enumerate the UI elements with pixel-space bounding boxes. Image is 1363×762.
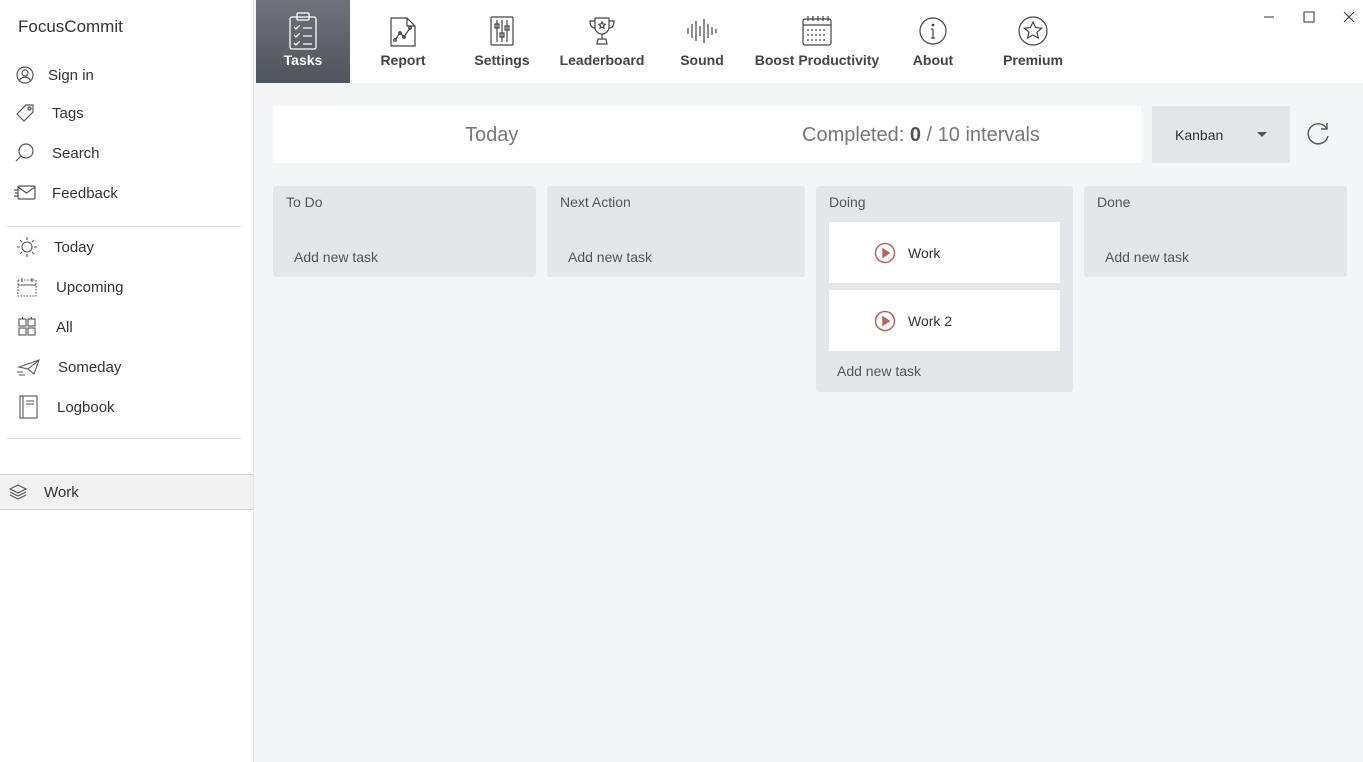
sidebar-item-tags[interactable]: Tags: [0, 95, 253, 131]
tab-boost-productivity[interactable]: Boost Productivity: [754, 0, 880, 83]
top-toolbar: Tasks Report Settings Leaderboard Sound …: [256, 0, 1363, 83]
kanban-column-next-action: Next Action Add new task: [547, 186, 805, 277]
chevron-down-icon: [1257, 132, 1267, 137]
sidebar-item-label: Logbook: [57, 398, 115, 416]
sliders-icon: [484, 13, 520, 49]
sidebar-item-label: Tags: [52, 104, 84, 122]
search-icon: [12, 140, 38, 166]
sidebar-item-label: Sign in: [48, 66, 94, 84]
tab-label: Tasks: [283, 52, 323, 68]
tab-label: Boost Productivity: [754, 52, 880, 68]
refresh-icon[interactable]: [1304, 120, 1332, 148]
star-icon: [1015, 13, 1051, 49]
user-icon: [12, 62, 38, 88]
info-icon: [915, 13, 951, 49]
tab-label: About: [912, 52, 954, 68]
kanban-column-done: Done Add new task: [1084, 186, 1347, 277]
soundwave-icon: [684, 13, 720, 49]
tab-settings[interactable]: Settings: [458, 0, 546, 83]
column-title: Next Action: [560, 194, 631, 210]
play-icon[interactable]: [874, 310, 896, 332]
kanban-column-to-do: To Do Add new task: [273, 186, 536, 277]
play-icon[interactable]: [874, 242, 896, 264]
sidebar-item-label: Feedback: [52, 184, 118, 202]
layers-icon: [8, 483, 30, 503]
tab-tasks[interactable]: Tasks: [256, 0, 350, 83]
report-chart-icon: [385, 13, 421, 49]
progress-summary: Today Completed: 0 / 10 intervals: [273, 106, 1141, 163]
view-mode-value: Kanban: [1175, 126, 1224, 143]
sidebar-divider: [6, 438, 242, 439]
sidebar-item-sign-in[interactable]: Sign in: [0, 57, 253, 93]
close-icon[interactable]: [1338, 6, 1360, 28]
completed-total: / 10 intervals: [926, 124, 1040, 146]
app-title: FocusCommit: [18, 17, 123, 36]
sidebar-item-all[interactable]: All: [0, 309, 253, 345]
calendar-grid-icon: [799, 13, 835, 49]
tab-label: Sound: [680, 52, 724, 68]
sun-icon: [14, 234, 40, 260]
sidebar: FocusCommit Sign in Tags Search Feedback…: [0, 0, 254, 762]
tab-premium[interactable]: Premium: [988, 0, 1078, 83]
add-task-button[interactable]: Add new task: [568, 249, 652, 265]
sidebar-item-search[interactable]: Search: [0, 135, 253, 171]
task-title: Work: [908, 244, 941, 261]
add-task-button[interactable]: Add new task: [837, 363, 921, 379]
trophy-icon: [584, 13, 620, 49]
period-label: Today: [465, 124, 519, 146]
book-icon: [15, 394, 41, 420]
maximize-icon[interactable]: [1298, 6, 1320, 28]
sidebar-item-someday[interactable]: Someday: [0, 349, 253, 385]
sidebar-item-label: Search: [52, 144, 100, 162]
sidebar-item-logbook[interactable]: Logbook: [0, 389, 253, 425]
boxes-icon: [14, 314, 40, 340]
clipboard-checklist-icon: [285, 12, 321, 50]
column-title: Doing: [829, 194, 866, 210]
tab-leaderboard[interactable]: Leaderboard: [554, 0, 650, 83]
paper-plane-icon: [16, 354, 42, 380]
tab-report[interactable]: Report: [358, 0, 448, 83]
completed-status: Completed: 0 / 10 intervals: [802, 124, 1040, 147]
view-mode-dropdown[interactable]: Kanban: [1152, 106, 1290, 163]
sidebar-item-upcoming[interactable]: Upcoming: [0, 269, 253, 305]
tag-icon: [12, 100, 38, 126]
task-title: Work 2: [908, 312, 953, 329]
kanban-column-doing: Doing Work Work 2 Add new task: [816, 186, 1073, 392]
minimize-icon[interactable]: [1258, 6, 1280, 28]
completed-count: 0: [909, 124, 921, 146]
sidebar-divider: [6, 226, 242, 227]
add-task-button[interactable]: Add new task: [1105, 249, 1189, 265]
calendar-icon: [14, 274, 40, 300]
sidebar-item-label: Someday: [58, 358, 122, 376]
tab-label: Report: [380, 52, 426, 68]
project-label: Work: [44, 483, 79, 501]
column-title: To Do: [286, 194, 323, 210]
sidebar-item-label: Today: [54, 238, 95, 256]
tab-about[interactable]: About: [888, 0, 978, 83]
sidebar-item-label: All: [56, 318, 73, 336]
sidebar-item-label: Upcoming: [56, 278, 124, 296]
task-card[interactable]: Work: [829, 222, 1060, 283]
tab-sound[interactable]: Sound: [658, 0, 746, 83]
tab-label: Settings: [474, 52, 530, 68]
add-task-button[interactable]: Add new task: [294, 249, 378, 265]
tab-label: Premium: [1003, 52, 1063, 68]
task-card[interactable]: Work 2: [829, 290, 1060, 351]
sidebar-item-feedback[interactable]: Feedback: [0, 175, 253, 211]
completed-label: Completed:: [802, 124, 905, 146]
tab-label: Leaderboard: [559, 52, 645, 68]
column-title: Done: [1097, 194, 1131, 210]
feedback-icon: [12, 180, 38, 206]
sidebar-item-today[interactable]: Today: [0, 229, 253, 265]
sidebar-project-work[interactable]: Work: [0, 474, 253, 510]
